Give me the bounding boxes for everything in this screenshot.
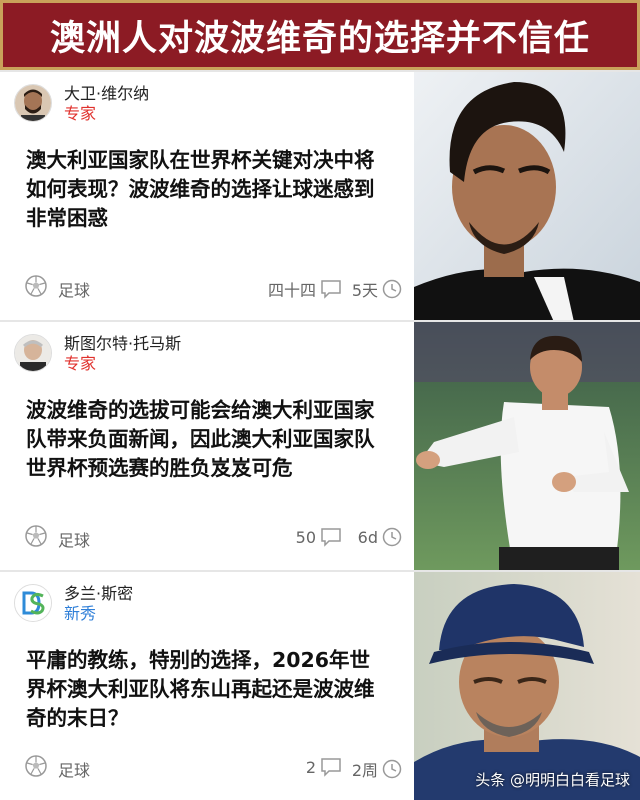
- comment-bubble-icon: [321, 758, 341, 777]
- header-banner: 澳洲人对波波维奇的选择并不信任: [0, 0, 640, 70]
- comment-count[interactable]: 2: [306, 757, 342, 777]
- clock-icon: [382, 279, 402, 299]
- article-meta: 足球 四十四 5天: [24, 274, 402, 300]
- author-tag: 专家: [64, 104, 97, 123]
- timestamp-value: 5天: [351, 281, 378, 300]
- timestamp: 2周: [352, 757, 402, 781]
- author-avatar[interactable]: [14, 84, 52, 122]
- comment-count-value: 50: [295, 527, 316, 547]
- comment-bubble-icon: [321, 528, 341, 547]
- article-headline[interactable]: 平庸的教练，特别的选择，2026年世界杯澳大利亚队将东山再起还是波波维奇的末日？: [26, 646, 388, 733]
- topic-label[interactable]: 足球: [58, 757, 90, 781]
- topic-label[interactable]: 足球: [58, 527, 90, 551]
- clock-icon: [382, 527, 402, 547]
- article-photo[interactable]: 头条 @明明白白看足球: [414, 572, 640, 800]
- article-photo[interactable]: [414, 322, 640, 570]
- source-watermark: 头条 @明明白白看足球: [475, 771, 630, 789]
- soccer-ball-icon: [24, 524, 48, 552]
- comment-count[interactable]: 50: [296, 527, 342, 547]
- soccer-ball-icon: [24, 274, 48, 302]
- timestamp-value: 2周: [351, 761, 378, 780]
- article-meta: 足球 2 2周: [24, 754, 402, 780]
- topic-label[interactable]: 足球: [58, 277, 90, 301]
- article-photo[interactable]: [414, 72, 640, 320]
- article-card[interactable]: 斯图尔特·托马斯 专家 波波维奇的选拔可能会给澳大利亚国家队带来负面新闻，因此澳…: [0, 320, 640, 570]
- soccer-ball-icon: [24, 754, 48, 782]
- comment-count-value: 四十四: [267, 281, 316, 300]
- article-card[interactable]: 多兰·斯密 新秀 平庸的教练，特别的选择，2026年世界杯澳大利亚队将东山再起还…: [0, 570, 640, 800]
- comment-bubble-icon: [321, 280, 341, 299]
- author-tag: 新秀: [64, 604, 97, 623]
- banner-title: 澳洲人对波波维奇的选择并不信任: [49, 18, 590, 59]
- article-meta: 足球 50 6d: [24, 524, 402, 550]
- timestamp: 5天: [352, 277, 402, 301]
- comment-count[interactable]: 四十四: [268, 277, 342, 301]
- comment-count-value: 2: [305, 757, 316, 777]
- article-headline[interactable]: 波波维奇的选拔可能会给澳大利亚国家队带来负面新闻，因此澳大利亚国家队世界杯预选赛…: [26, 396, 388, 483]
- clock-icon: [382, 759, 402, 779]
- article-headline[interactable]: 澳大利亚国家队在世界杯关键对决中将如何表现？波波维奇的选择让球迷感到非常困惑: [26, 146, 388, 233]
- author-avatar[interactable]: [14, 584, 52, 622]
- article-card[interactable]: 大卫·维尔纳 专家 澳大利亚国家队在世界杯关键对决中将如何表现？波波维奇的选择让…: [0, 70, 640, 320]
- timestamp: 6d: [358, 527, 402, 547]
- timestamp-value: 6d: [357, 527, 378, 547]
- author-avatar[interactable]: [14, 334, 52, 372]
- author-tag: 专家: [64, 354, 97, 373]
